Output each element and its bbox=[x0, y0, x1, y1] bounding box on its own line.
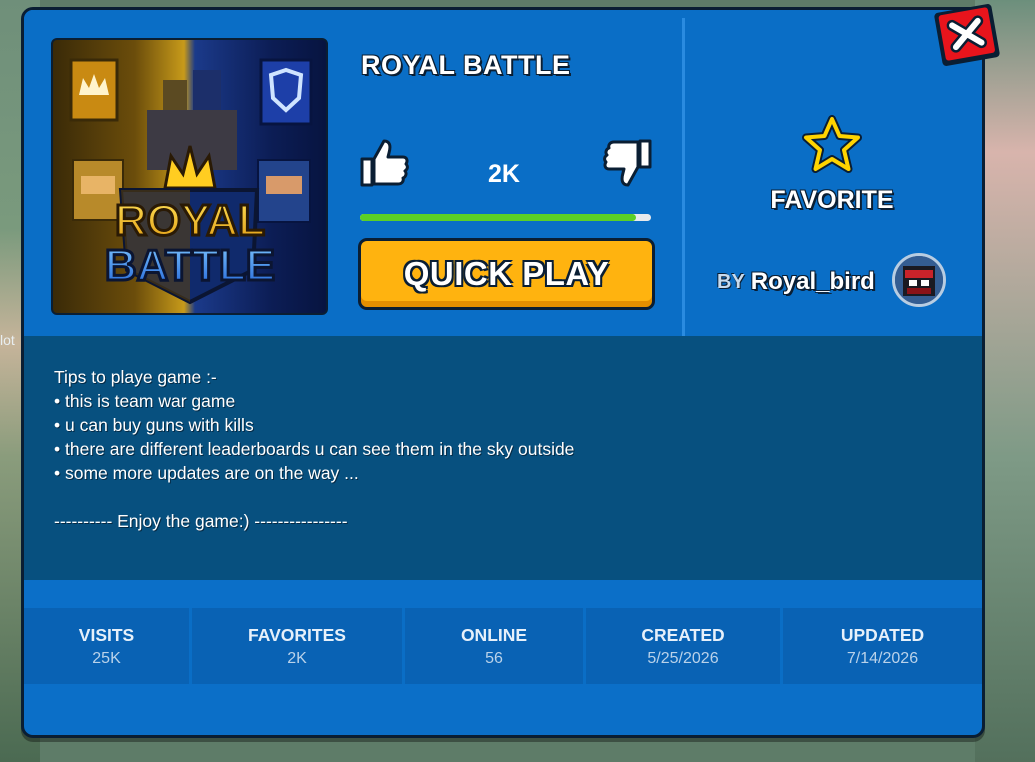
close-button[interactable] bbox=[932, 2, 1002, 68]
thumbnail-artwork: ROYAL BATTLE bbox=[69, 58, 313, 305]
close-x-icon bbox=[934, 4, 1000, 66]
like-ratio-bar bbox=[360, 214, 651, 221]
favorite-button[interactable] bbox=[801, 115, 863, 175]
favorite-label: FAVORITE bbox=[770, 186, 894, 214]
likes-count: 2K bbox=[488, 160, 520, 188]
game-details-modal: ROYAL BATTLE ROYAL BATTLE 2K QUICK PLAY … bbox=[21, 7, 985, 738]
quick-play-button[interactable]: QUICK PLAY bbox=[358, 238, 655, 310]
stat-created: CREATED 5/25/2026 bbox=[586, 608, 783, 684]
stat-value: 25K bbox=[92, 649, 121, 667]
stats-bar: VISITS 25K FAVORITES 2K ONLINE 56 CREATE… bbox=[24, 608, 982, 684]
dislike-button[interactable] bbox=[602, 137, 654, 189]
stat-value: 2K bbox=[287, 649, 307, 667]
creator-avatar[interactable] bbox=[892, 253, 946, 307]
stat-favorites: FAVORITES 2K bbox=[192, 608, 405, 684]
thumbnail-logo-line2: BATTLE bbox=[105, 241, 275, 290]
stat-online: ONLINE 56 bbox=[405, 608, 586, 684]
stat-value: 5/25/2026 bbox=[647, 649, 719, 667]
stat-visits: VISITS 25K bbox=[24, 608, 192, 684]
stat-value: 56 bbox=[485, 649, 503, 667]
header-divider bbox=[682, 18, 685, 336]
stat-updated: UPDATED 7/14/2026 bbox=[783, 608, 982, 684]
thumbnail-logo-line1: ROYAL bbox=[115, 196, 265, 245]
stat-value: 7/14/2026 bbox=[846, 649, 919, 667]
background-partial-label: lot bbox=[0, 332, 15, 348]
game-thumbnail[interactable]: ROYAL BATTLE bbox=[51, 38, 328, 315]
quick-play-label: QUICK PLAY bbox=[403, 255, 610, 292]
creator-name-link[interactable]: Royal_bird bbox=[751, 268, 875, 296]
creator-info: BY Royal_bird bbox=[717, 268, 875, 296]
game-description: Tips to playe game :- • this is team war… bbox=[54, 367, 575, 531]
description-section: Tips to playe game :- • this is team war… bbox=[24, 336, 982, 580]
stat-label: CREATED bbox=[641, 624, 725, 645]
stat-label: FAVORITES bbox=[248, 624, 346, 645]
like-ratio-fill bbox=[360, 214, 637, 221]
creator-prefix: BY bbox=[717, 270, 745, 293]
thumbs-down-icon bbox=[603, 139, 652, 187]
stat-label: ONLINE bbox=[460, 624, 528, 645]
thumbs-up-icon bbox=[360, 139, 409, 187]
stat-label: VISITS bbox=[78, 624, 135, 645]
avatar-image bbox=[895, 256, 943, 304]
stat-label: UPDATED bbox=[840, 624, 925, 645]
star-outline-icon bbox=[802, 115, 862, 173]
like-button[interactable] bbox=[358, 137, 410, 189]
game-title: ROYAL BATTLE bbox=[361, 50, 571, 80]
